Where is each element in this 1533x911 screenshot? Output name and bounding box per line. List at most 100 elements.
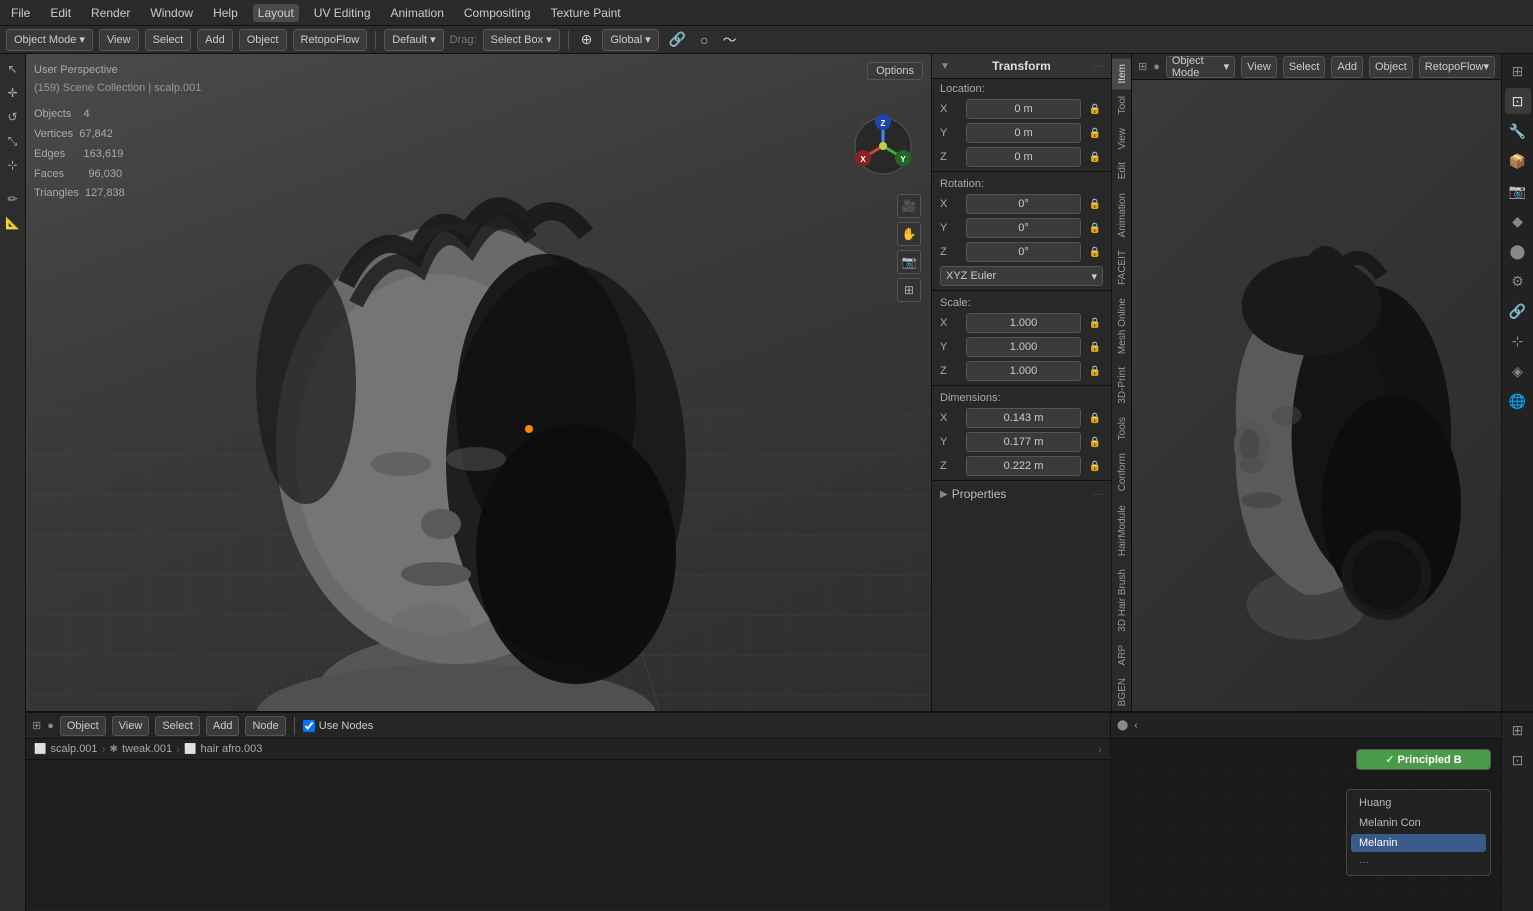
dim-y-lock[interactable]: 🔒 xyxy=(1087,434,1103,450)
sidebar-icon-2[interactable]: ⊡ xyxy=(1505,88,1531,114)
transform-tool-icon[interactable]: ⊹ xyxy=(2,154,24,176)
rot-x-field[interactable]: 0° xyxy=(966,194,1081,214)
object-btn[interactable]: Object xyxy=(239,29,287,51)
options-button[interactable]: Options xyxy=(867,62,923,80)
principled-node-card[interactable]: ✓ Principled B xyxy=(1356,749,1491,770)
r3d-mode-icon[interactable]: ⊞ xyxy=(1138,60,1147,73)
vtab-edit[interactable]: Edit xyxy=(1112,156,1131,185)
loc-x-field[interactable]: 0 m xyxy=(966,99,1081,119)
select-btn-left[interactable]: Select xyxy=(145,29,192,51)
default-theme-btn[interactable]: Default▾ xyxy=(384,29,443,51)
loc-y-field[interactable]: 0 m xyxy=(966,123,1081,143)
cursor-icon[interactable]: ⊕ xyxy=(577,29,597,50)
global-btn[interactable]: Global▾ xyxy=(602,29,658,51)
dim-z-field[interactable]: 0.222 m xyxy=(966,456,1081,476)
rne-left-arrow[interactable]: ‹ xyxy=(1134,720,1137,731)
sidebar-object-icon[interactable]: 📦 xyxy=(1505,148,1531,174)
melanin-cond-node-item[interactable]: Melanin Con xyxy=(1351,814,1486,832)
rot-y-lock[interactable]: 🔒 xyxy=(1087,220,1103,236)
node-add-btn[interactable]: Add xyxy=(206,716,240,736)
sidebar-physics-icon[interactable]: ⚙ xyxy=(1505,268,1531,294)
dim-x-lock[interactable]: 🔒 xyxy=(1087,410,1103,426)
loc-x-lock[interactable]: 🔒 xyxy=(1087,101,1103,117)
sidebar-scene-icon[interactable]: 🌐 xyxy=(1505,388,1531,414)
right-3d-viewport[interactable] xyxy=(1132,80,1501,711)
rot-z-lock[interactable]: 🔒 xyxy=(1087,244,1103,260)
camera-view-icon[interactable]: 📷 xyxy=(897,250,921,274)
rot-z-field[interactable]: 0° xyxy=(966,242,1081,262)
nav-gizmo[interactable]: Z Y X xyxy=(851,114,911,174)
use-nodes-checkbox[interactable]: Use Nodes xyxy=(303,720,373,732)
vtab-faceit[interactable]: FACEIT xyxy=(1112,244,1131,291)
vtab-bgen[interactable]: BGEN xyxy=(1112,672,1131,711)
vtab-hairmodule[interactable]: HairModule xyxy=(1112,499,1131,562)
menu-edit[interactable]: Edit xyxy=(45,4,76,22)
dim-z-lock[interactable]: 🔒 xyxy=(1087,458,1103,474)
menu-compositing[interactable]: Compositing xyxy=(459,4,536,22)
repoflow-btn[interactable]: RetopoFlow xyxy=(293,29,368,51)
menu-render[interactable]: Render xyxy=(86,4,135,22)
huang-node-item[interactable]: Huang xyxy=(1351,794,1486,812)
vtab-mesh-online[interactable]: Mesh Online xyxy=(1112,292,1131,360)
scale-x-field[interactable]: 1.000 xyxy=(966,313,1081,333)
grid-view-icon[interactable]: ⊞ xyxy=(897,278,921,302)
dim-x-field[interactable]: 0.143 m xyxy=(966,408,1081,428)
scale-x-lock[interactable]: 🔒 xyxy=(1087,315,1103,331)
menu-window[interactable]: Window xyxy=(145,4,198,22)
node-view-btn[interactable]: View xyxy=(112,716,150,736)
loc-z-field[interactable]: 0 m xyxy=(966,147,1081,167)
vtab-conform[interactable]: Conform xyxy=(1112,447,1131,497)
rot-x-lock[interactable]: 🔒 xyxy=(1087,196,1103,212)
hand-pan-icon[interactable]: ✋ xyxy=(897,222,921,246)
properties-section-header[interactable]: ▶ Properties ··· xyxy=(932,483,1111,505)
view-btn[interactable]: View xyxy=(99,29,139,51)
rotate-tool-icon[interactable]: ↺ xyxy=(2,106,24,128)
r3d-view-btn[interactable]: View xyxy=(1241,56,1277,78)
scale-tool-icon[interactable]: ⤡ xyxy=(2,130,24,152)
rot-y-field[interactable]: 0° xyxy=(966,218,1081,238)
cursor-tool-icon[interactable]: ↖ xyxy=(2,58,24,80)
r3d-select-btn[interactable]: Select xyxy=(1283,56,1326,78)
extra-icon[interactable]: 〜 xyxy=(719,28,741,52)
node-select-btn[interactable]: Select xyxy=(155,716,200,736)
sidebar-tools-icon[interactable]: 🔧 xyxy=(1505,118,1531,144)
hair-breadcrumb[interactable]: hair afro.003 xyxy=(201,743,263,755)
add-btn[interactable]: Add xyxy=(197,29,233,51)
vtab-3dprint[interactable]: 3D-Print xyxy=(1112,361,1131,410)
scale-y-field[interactable]: 1.000 xyxy=(966,337,1081,357)
r3d-object-mode-btn[interactable]: Object Mode▾ xyxy=(1166,56,1235,78)
node-canvas[interactable] xyxy=(26,760,1110,911)
tweak-breadcrumb[interactable]: tweak.001 xyxy=(122,743,172,755)
menu-uv-editing[interactable]: UV Editing xyxy=(309,4,376,22)
scale-z-field[interactable]: 1.000 xyxy=(966,361,1081,381)
vtab-item[interactable]: Item xyxy=(1112,58,1131,89)
r3d-object-btn[interactable]: Object xyxy=(1369,56,1413,78)
menu-help[interactable]: Help xyxy=(208,4,243,22)
scale-z-lock[interactable]: 🔒 xyxy=(1087,363,1103,379)
extra-node-item[interactable]: ··· xyxy=(1351,854,1486,871)
select-box-btn[interactable]: Select Box▾ xyxy=(483,29,560,51)
move-tool-icon[interactable]: ✛ xyxy=(2,82,24,104)
menu-file[interactable]: File xyxy=(6,4,35,22)
r3d-repoflow-btn[interactable]: RetopoFlow▾ xyxy=(1419,56,1495,78)
r3d-add-btn[interactable]: Add xyxy=(1331,56,1363,78)
sidebar-constraints-icon[interactable]: 🔗 xyxy=(1505,298,1531,324)
loc-y-lock[interactable]: 🔒 xyxy=(1087,125,1103,141)
bottom-fr-icon-1[interactable]: ⊞ xyxy=(1505,717,1531,743)
use-nodes-input[interactable] xyxy=(303,720,315,732)
node-ed-icon[interactable]: ⊞ xyxy=(32,719,41,732)
node-node-btn[interactable]: Node xyxy=(245,716,285,736)
measure-icon[interactable]: 📐 xyxy=(2,212,24,234)
loc-z-lock[interactable]: 🔒 xyxy=(1087,149,1103,165)
node-ed-object-icon[interactable]: ● xyxy=(47,720,54,732)
sidebar-particles-icon[interactable]: ⬤ xyxy=(1505,238,1531,264)
vtab-tool[interactable]: Tool xyxy=(1112,90,1131,120)
menu-texture-paint[interactable]: Texture Paint xyxy=(546,4,626,22)
vtab-animation[interactable]: Animation xyxy=(1112,187,1131,243)
transform-section-header[interactable]: ▼ Transform ··· xyxy=(932,54,1111,79)
r3d-object-icon[interactable]: ● xyxy=(1153,61,1160,73)
melanin-node-item[interactable]: Melanin xyxy=(1351,834,1486,852)
zoom-camera-icon[interactable]: 🎥 xyxy=(897,194,921,218)
dim-y-field[interactable]: 0.177 m xyxy=(966,432,1081,452)
node-object-btn[interactable]: Object xyxy=(60,716,106,736)
